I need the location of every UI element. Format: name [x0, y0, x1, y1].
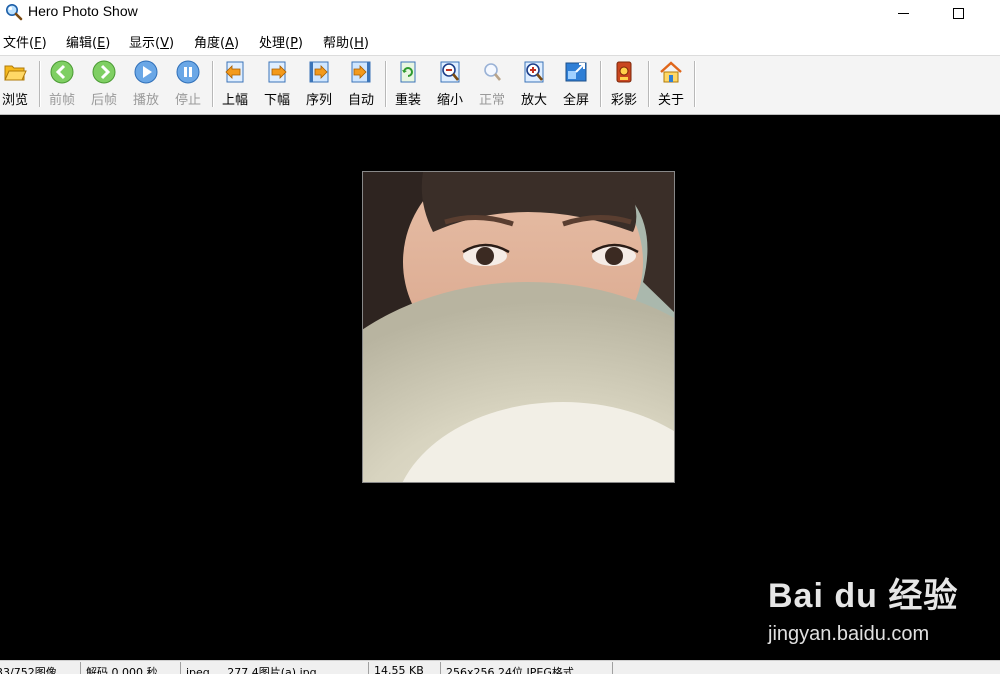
- color-label: 彩影: [610, 93, 637, 108]
- about-button[interactable]: 关于: [651, 58, 691, 110]
- sequence-label: 序列: [305, 93, 332, 108]
- arrow-right-circle-icon: [92, 60, 116, 84]
- reload-button[interactable]: 重装: [388, 58, 428, 110]
- title-bar: Hero Photo Show: [0, 0, 1000, 26]
- zoom-in-label: 放大: [520, 93, 547, 108]
- magnifier-icon: [484, 63, 501, 81]
- film-sequence-icon: [309, 61, 329, 83]
- play-icon: [134, 60, 158, 84]
- next-frame-button[interactable]: 后帧: [84, 58, 124, 110]
- zoom-out-label: 缩小: [436, 93, 463, 108]
- auto-label: 自动: [347, 93, 374, 108]
- color-film-icon: [616, 61, 632, 83]
- fullscreen-label: 全屏: [562, 93, 589, 108]
- arrow-left-circle-icon: [50, 60, 74, 84]
- baidu-watermark-url: jingyan.baidu.com: [768, 623, 930, 645]
- status-separator: [440, 662, 441, 674]
- zoom-out-button[interactable]: 缩小: [430, 58, 470, 110]
- minimize-button[interactable]: [880, 0, 926, 26]
- browse-button[interactable]: 浏览: [0, 58, 35, 110]
- next-image-label: 下幅: [263, 93, 290, 108]
- menu-edit[interactable]: 编辑(E): [66, 32, 110, 51]
- home-icon: [660, 61, 682, 83]
- status-separator: [368, 662, 369, 674]
- reload-icon: [400, 61, 416, 83]
- browse-label: 浏览: [1, 93, 28, 108]
- prev-frame-button[interactable]: 前帧: [42, 58, 82, 110]
- next-image-button[interactable]: 下幅: [257, 58, 297, 110]
- play-label: 播放: [132, 93, 159, 108]
- auto-play-icon: [351, 61, 371, 83]
- prev-image-label: 上幅: [221, 93, 248, 108]
- magnifier-app-icon: [6, 4, 23, 21]
- prev-image-button[interactable]: 上幅: [215, 58, 255, 110]
- menu-help[interactable]: 帮助(H): [323, 32, 369, 51]
- baidu-watermark-logo: Bai du 经验: [768, 577, 959, 615]
- menu-bar: 文件(F) 编辑(E) 显示(V) 角度(A) 处理(P) 帮助(H): [0, 29, 1000, 53]
- menu-file[interactable]: 文件(F): [3, 32, 47, 51]
- auto-button[interactable]: 自动: [341, 58, 381, 110]
- fullscreen-icon: [565, 62, 587, 82]
- toolbar-separator: [694, 61, 695, 107]
- zoom-in-icon: [524, 61, 544, 83]
- next-page-icon: [268, 61, 287, 83]
- status-separator: [80, 662, 81, 674]
- normal-size-label: 正常: [478, 93, 505, 108]
- maximize-icon: [952, 7, 964, 19]
- zoom-in-button[interactable]: 放大: [514, 58, 554, 110]
- status-separator: [612, 662, 613, 674]
- status-bar: 33/752图像 解码 0.000 秒 jpeg.....277.4图片(a).…: [0, 660, 1000, 674]
- stop-label: 停止: [174, 93, 201, 108]
- play-button[interactable]: 播放: [126, 58, 166, 110]
- window-title: Hero Photo Show: [28, 3, 138, 19]
- minimize-icon: [897, 12, 909, 14]
- next-frame-label: 后帧: [90, 93, 117, 108]
- fullscreen-button[interactable]: 全屏: [556, 58, 596, 110]
- about-label: 关于: [657, 93, 684, 108]
- zoom-out-icon: [440, 61, 460, 83]
- normal-size-button[interactable]: 正常: [472, 58, 512, 110]
- image-canvas[interactable]: Bai du 经验 jingyan.baidu.com: [0, 115, 1000, 660]
- menu-process[interactable]: 处理(P): [259, 32, 303, 51]
- folder-open-icon: [4, 65, 27, 81]
- sequence-button[interactable]: 序列: [299, 58, 339, 110]
- photo-illustration: [363, 172, 674, 482]
- prev-page-icon: [225, 61, 244, 83]
- menu-angle[interactable]: 角度(A): [194, 32, 239, 51]
- displayed-photo: [362, 171, 675, 483]
- color-button[interactable]: 彩影: [604, 58, 644, 110]
- stop-button[interactable]: 停止: [168, 58, 208, 110]
- reload-label: 重装: [394, 93, 421, 108]
- maximize-button[interactable]: [935, 0, 981, 26]
- pause-icon: [176, 60, 200, 84]
- toolbar: 浏览 前帧 后帧 播放 停止 上幅 下幅 序列 自动 重装 缩小 正常 放大 全…: [0, 55, 1000, 115]
- prev-frame-label: 前帧: [48, 93, 75, 108]
- status-separator: [180, 662, 181, 674]
- menu-view[interactable]: 显示(V): [129, 32, 174, 51]
